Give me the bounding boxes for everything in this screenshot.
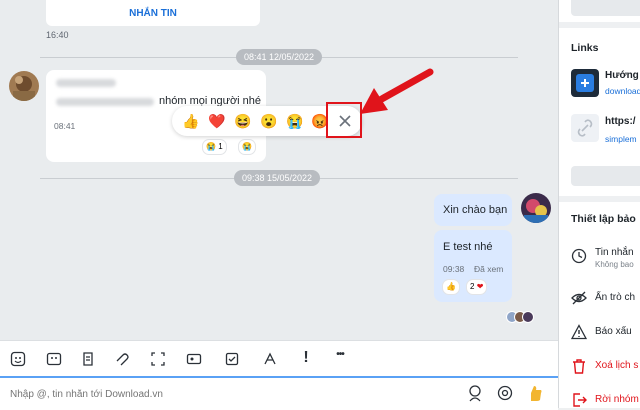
report-label: Báo xấu bbox=[595, 326, 632, 337]
self-destruct-value: Không bao bbox=[595, 260, 634, 269]
image-icon[interactable] bbox=[80, 351, 96, 367]
view-all-links-button[interactable] bbox=[571, 166, 640, 186]
message-card-button[interactable]: NHẮN TIN bbox=[46, 8, 260, 19]
chat-area: NHẮN TIN 16:40 08:41 12/05/2022 nhóm mọi… bbox=[0, 0, 558, 340]
outgoing-message-bubble[interactable]: E test nhé 09:38 Đã xem 👍 2 ❤ bbox=[434, 230, 512, 302]
message-input[interactable] bbox=[8, 384, 432, 404]
blurred-text bbox=[56, 79, 116, 87]
laugh-emoji-icon[interactable]: 😆 bbox=[234, 112, 252, 130]
my-avatar[interactable] bbox=[521, 193, 551, 223]
reaction-count: 1 bbox=[218, 142, 223, 151]
reaction-summary-chip[interactable]: 2 ❤ bbox=[466, 279, 488, 295]
blurred-text bbox=[56, 98, 154, 106]
sticker-icon[interactable] bbox=[10, 351, 26, 367]
link-thumbnail[interactable] bbox=[571, 69, 599, 97]
cry-emoji-icon[interactable]: 😭 bbox=[286, 112, 304, 130]
sender-avatar[interactable] bbox=[9, 71, 39, 101]
more-icon[interactable]: ••• bbox=[330, 349, 350, 365]
emoji-icon[interactable] bbox=[46, 351, 62, 367]
outgoing-message-bubble[interactable]: Xin chào bạn bbox=[434, 194, 512, 226]
like-outline-icon: 👍 bbox=[446, 282, 456, 291]
links-section-title: Links bbox=[571, 42, 599, 54]
cry-emoji-icon: 😭 bbox=[206, 142, 216, 151]
todo-icon[interactable] bbox=[224, 351, 240, 367]
composer bbox=[0, 376, 558, 410]
delete-history-row[interactable]: Xoá lịch s bbox=[559, 352, 640, 382]
heart-emoji-icon: ❤ bbox=[476, 282, 484, 291]
attach-icon[interactable] bbox=[114, 351, 130, 367]
cry-emoji-icon: 😭 bbox=[242, 142, 252, 151]
format-icon[interactable] bbox=[262, 351, 278, 367]
heart-emoji-icon[interactable]: ❤️ bbox=[208, 112, 226, 130]
date-divider-pill: 09:38 15/05/2022 bbox=[234, 170, 321, 186]
composer-toolbar: ! ••• bbox=[0, 340, 558, 377]
reaction-summary-chip[interactable]: 😭 1 bbox=[202, 139, 227, 155]
divider bbox=[559, 196, 640, 202]
leave-group-row[interactable]: Rời nhóm bbox=[559, 386, 640, 408]
contact-card-icon[interactable] bbox=[186, 351, 202, 367]
incoming-message-time: 08:41 bbox=[54, 121, 76, 131]
eye-off-icon bbox=[571, 290, 587, 306]
link-title[interactable]: Hướng bbox=[605, 70, 639, 81]
mention-icon[interactable] bbox=[496, 384, 514, 402]
clock-icon bbox=[571, 248, 587, 264]
link-url[interactable]: simplem bbox=[605, 134, 637, 144]
quick-like-icon[interactable] bbox=[526, 384, 544, 402]
arrow-annotation bbox=[360, 68, 434, 114]
add-reaction-chip[interactable]: 😭 bbox=[238, 139, 256, 155]
add-reaction-chip[interactable]: 👍 bbox=[442, 279, 460, 295]
outgoing-message-text: E test nhé bbox=[443, 241, 493, 253]
link-icon[interactable] bbox=[571, 114, 599, 142]
reaction-count: 2 bbox=[470, 282, 475, 291]
sticker-icon[interactable] bbox=[466, 384, 484, 402]
self-destruct-messages-row[interactable]: Tin nhắn Không bao bbox=[559, 242, 640, 272]
warning-icon bbox=[570, 324, 588, 340]
seen-avatar bbox=[522, 311, 534, 323]
link-title[interactable]: https:/ bbox=[605, 116, 636, 127]
like-emoji-icon[interactable]: 👍 bbox=[182, 112, 200, 130]
privacy-settings-title: Thiết lập bảo bbox=[571, 213, 636, 225]
self-destruct-label: Tin nhắn bbox=[595, 247, 634, 258]
outgoing-message-time: 09:38 bbox=[443, 264, 465, 274]
sidebar-button[interactable] bbox=[571, 0, 640, 16]
hide-chat-label: Ẩn trò ch bbox=[595, 292, 636, 303]
divider bbox=[559, 22, 640, 28]
conversation-info-sidebar: Links Hướng download https:/ simplem Thi… bbox=[558, 0, 640, 408]
outgoing-message-text: Xin chào bạn bbox=[443, 204, 508, 216]
important-icon[interactable]: ! bbox=[298, 349, 314, 366]
message-time: 16:40 bbox=[46, 30, 69, 40]
seen-status: Đã xem bbox=[474, 264, 504, 274]
date-divider-pill: 08:41 12/05/2022 bbox=[236, 49, 323, 65]
report-row[interactable]: Báo xấu bbox=[559, 318, 640, 348]
trash-icon bbox=[571, 358, 587, 374]
link-url[interactable]: download bbox=[605, 86, 640, 96]
leave-group-label: Rời nhóm bbox=[595, 394, 639, 405]
delete-history-label: Xoá lịch s bbox=[595, 360, 639, 371]
message-card: NHẮN TIN bbox=[46, 0, 260, 26]
hide-chat-row[interactable]: Ẩn trò ch bbox=[559, 284, 640, 314]
wow-emoji-icon[interactable]: 😮 bbox=[260, 112, 278, 130]
screenshot-icon[interactable] bbox=[150, 351, 166, 367]
logout-icon bbox=[571, 392, 587, 408]
